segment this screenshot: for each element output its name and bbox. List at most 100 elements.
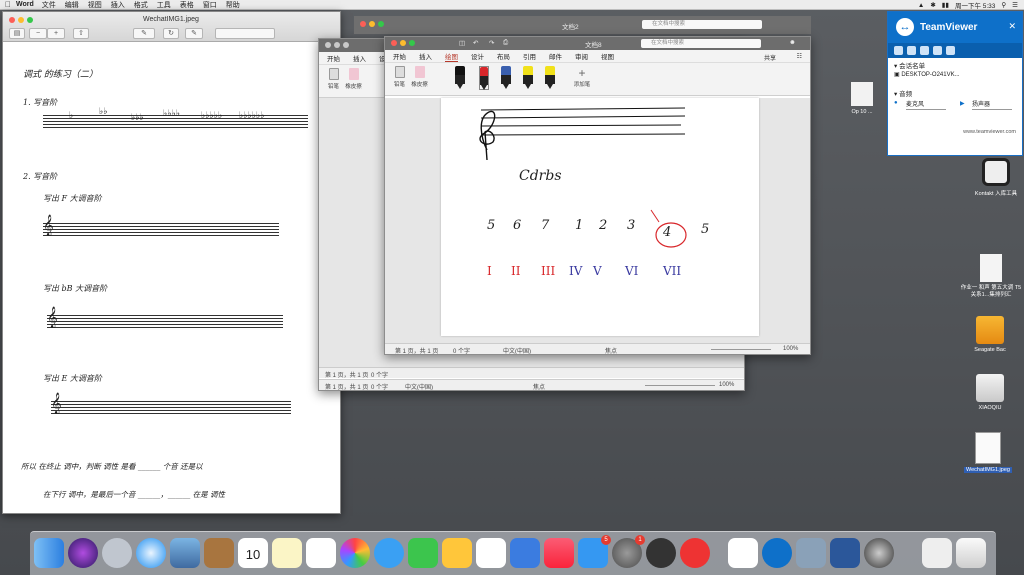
mic-slider[interactable] <box>906 109 946 110</box>
pencil-tool[interactable]: 铅笔 <box>391 66 408 92</box>
doc2-minimize-button[interactable] <box>369 21 375 27</box>
desktop-icon-seagate[interactable]: Seagate Bac <box>960 316 1020 353</box>
tab-review[interactable]: 审阅 <box>575 51 588 61</box>
teamviewer-url[interactable]: www.teamviewer.com <box>888 127 1022 140</box>
annotate-icon[interactable]: ✎ <box>185 28 203 39</box>
session-section[interactable]: ▾ 会话名单 <box>888 58 1022 70</box>
redo-icon[interactable]: ↷ <box>489 39 494 47</box>
mail-icon[interactable] <box>170 538 200 568</box>
safari-icon[interactable] <box>136 538 166 568</box>
close-icon[interactable]: ✕ <box>1008 21 1016 32</box>
pen-blue[interactable] <box>501 66 511 90</box>
wifi-icon[interactable]: ▲ <box>918 2 924 9</box>
finder-icon[interactable] <box>34 538 64 568</box>
apple-icon[interactable]:  <box>0 0 16 9</box>
front-page[interactable]: Cdrbs 5 6 7 1 2 3 4 5 I II III IV V VI V… <box>441 98 759 336</box>
notes-icon[interactable] <box>272 538 302 568</box>
files-icon[interactable] <box>946 46 955 55</box>
menu-edit[interactable]: 编辑 <box>65 0 79 10</box>
calendar-icon[interactable]: 10 <box>238 538 268 568</box>
desktop-icon-xiaoqiu[interactable]: XIAOQIU <box>960 374 1020 411</box>
menu-view[interactable]: 视图 <box>88 0 102 10</box>
music-icon[interactable] <box>544 538 574 568</box>
desktop-icon-kontakt[interactable]: Kontakt 入库工具 <box>966 158 1024 197</box>
phone-icon[interactable] <box>920 46 929 55</box>
share-button[interactable]: 共享 <box>764 53 776 62</box>
zoom-button[interactable] <box>27 17 33 23</box>
search-icon[interactable]: ⚲ <box>1001 1 1006 9</box>
close-button[interactable] <box>9 17 15 23</box>
tab-view[interactable]: 视图 <box>601 51 614 61</box>
comments-icon[interactable]: ☷ <box>797 53 802 60</box>
app-store-icon[interactable]: 5 <box>578 535 611 568</box>
undo-icon[interactable]: ↶ <box>473 39 478 47</box>
menu-window[interactable]: 窗口 <box>203 0 217 10</box>
tab-mailings[interactable]: 邮件 <box>549 51 562 61</box>
reminders-icon[interactable] <box>306 538 336 568</box>
zoom-out-icon[interactable]: − <box>29 28 47 39</box>
menu-app-name[interactable]: Word <box>16 1 34 8</box>
word-dock-icon[interactable] <box>830 538 860 568</box>
tab-home[interactable]: 开始 <box>393 51 406 61</box>
messages-icon[interactable] <box>374 538 404 568</box>
menu-help[interactable]: 帮助 <box>226 0 240 10</box>
bluetooth-icon[interactable]: ✱ <box>930 1 935 9</box>
desktop-icon-homework[interactable]: 作业一 和声 第五大调 T5 关系1...集排列汇 <box>958 254 1024 299</box>
whiteboard-icon[interactable] <box>933 46 942 55</box>
desktop-icon-op10[interactable]: Op 10 ... <box>842 82 882 115</box>
menu-clock[interactable]: 周一下午 5:33 <box>955 0 995 10</box>
highlighter-yellow-2[interactable] <box>545 66 555 90</box>
mic-icon[interactable]: ● <box>894 100 898 106</box>
eraser-tool[interactable]: 橡皮擦 <box>411 66 428 92</box>
pen-black[interactable] <box>455 66 465 90</box>
sidebar-icon[interactable]: ▤ <box>9 28 25 39</box>
front-zoom-slider[interactable] <box>711 349 771 350</box>
tab-references[interactable]: 引用 <box>523 51 536 61</box>
tab-insert[interactable]: 插入 <box>419 51 432 61</box>
contacts-icon[interactable] <box>204 538 234 568</box>
doc2-close-button[interactable] <box>360 21 366 27</box>
front-status-focus[interactable]: 焦点 <box>605 346 617 354</box>
front-search-field[interactable]: 在文档中搜索 <box>641 39 761 48</box>
pen-red[interactable] <box>479 66 489 90</box>
session-device-row[interactable]: ▣ DESKTOP-O241VK... <box>888 69 1022 82</box>
save-icon[interactable]: ◫ <box>459 39 465 47</box>
teamviewer-dock-icon[interactable] <box>762 538 792 568</box>
desktop-icon-wechat-image[interactable]: WechatIMG1.jpeg <box>955 432 1021 473</box>
doc2-zoom-button[interactable] <box>378 21 384 27</box>
account-icon[interactable]: ☻ <box>789 39 796 46</box>
tab-draw[interactable]: 绘图 <box>445 51 458 62</box>
doc2-search-field[interactable]: 在文档中搜索 <box>642 20 762 29</box>
minimize-button[interactable] <box>18 17 24 23</box>
zoom-in-icon[interactable]: + <box>47 28 65 39</box>
back-close-button[interactable] <box>325 42 331 48</box>
downloads-stack-icon[interactable] <box>922 538 952 568</box>
menu-file[interactable]: 文件 <box>42 0 56 10</box>
logic-icon[interactable] <box>646 538 676 568</box>
battery-icon[interactable]: ▮▮ <box>942 1 949 9</box>
netease-music-icon[interactable] <box>680 538 710 568</box>
back-eraser-tool[interactable]: 橡皮擦 <box>345 68 362 94</box>
back-tab-insert[interactable]: 插入 <box>353 53 366 63</box>
back-pencil-tool[interactable]: 铅笔 <box>325 68 342 94</box>
speaker-icon[interactable]: ▶ <box>960 100 965 107</box>
back-tab-home[interactable]: 开始 <box>327 53 340 63</box>
trash-icon[interactable] <box>956 538 986 568</box>
back-zoom-button[interactable] <box>343 42 349 48</box>
facetime-icon[interactable] <box>408 538 438 568</box>
speaker-slider[interactable] <box>972 109 1012 110</box>
back2-status-focus[interactable]: 焦点 <box>533 382 545 390</box>
rotate-icon[interactable]: ↻ <box>163 28 179 39</box>
launchpad-icon[interactable] <box>102 538 132 568</box>
menu-table[interactable]: 表格 <box>180 0 194 10</box>
front-minimize-button[interactable] <box>400 40 406 46</box>
notification-icon[interactable]: ☰ <box>1012 1 1018 9</box>
pages-icon[interactable] <box>442 538 472 568</box>
front-zoom-button[interactable] <box>409 40 415 46</box>
front-close-button[interactable] <box>391 40 397 46</box>
back-minimize-button[interactable] <box>334 42 340 48</box>
markup-icon[interactable]: ✎ <box>133 28 155 39</box>
highlighter-yellow-1[interactable] <box>523 66 533 90</box>
share-icon[interactable]: ⇧ <box>73 28 89 39</box>
quicktime-icon[interactable] <box>864 538 894 568</box>
